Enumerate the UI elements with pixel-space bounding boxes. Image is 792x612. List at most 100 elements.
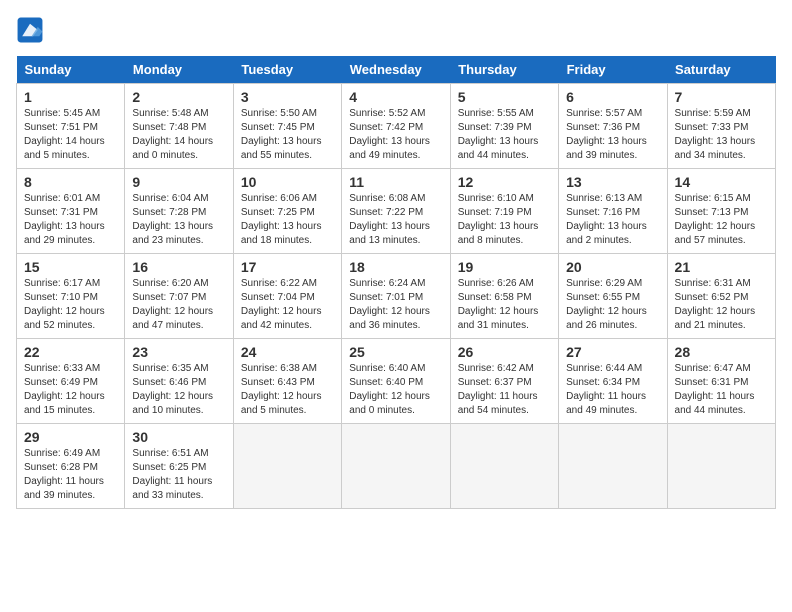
day-number: 17 [241,259,334,275]
day-info: Sunrise: 6:24 AMSunset: 7:01 PMDaylight:… [349,278,430,331]
day-info: Sunrise: 6:33 AMSunset: 6:49 PMDaylight:… [24,363,105,416]
day-info: Sunrise: 6:10 AMSunset: 7:19 PMDaylight:… [458,193,539,246]
empty-cell [559,424,667,509]
day-number: 21 [675,259,768,275]
day-header-tuesday: Tuesday [233,56,341,84]
calendar-day-30: 30 Sunrise: 6:51 AMSunset: 6:25 PMDaylig… [125,424,233,509]
calendar-day-17: 17 Sunrise: 6:22 AMSunset: 7:04 PMDaylig… [233,254,341,339]
day-info: Sunrise: 6:40 AMSunset: 6:40 PMDaylight:… [349,363,430,416]
day-number: 5 [458,89,551,105]
day-number: 9 [132,174,225,190]
logo-icon [16,16,44,44]
day-info: Sunrise: 6:42 AMSunset: 6:37 PMDaylight:… [458,363,538,416]
day-number: 10 [241,174,334,190]
calendar-day-4: 4 Sunrise: 5:52 AMSunset: 7:42 PMDayligh… [342,84,450,169]
calendar-day-16: 16 Sunrise: 6:20 AMSunset: 7:07 PMDaylig… [125,254,233,339]
day-number: 11 [349,174,442,190]
day-header-wednesday: Wednesday [342,56,450,84]
day-number: 20 [566,259,659,275]
day-info: Sunrise: 6:20 AMSunset: 7:07 PMDaylight:… [132,278,213,331]
day-info: Sunrise: 6:01 AMSunset: 7:31 PMDaylight:… [24,193,105,246]
day-info: Sunrise: 6:22 AMSunset: 7:04 PMDaylight:… [241,278,322,331]
calendar-day-7: 7 Sunrise: 5:59 AMSunset: 7:33 PMDayligh… [667,84,775,169]
day-info: Sunrise: 6:29 AMSunset: 6:55 PMDaylight:… [566,278,647,331]
day-number: 27 [566,344,659,360]
day-number: 30 [132,429,225,445]
day-info: Sunrise: 6:08 AMSunset: 7:22 PMDaylight:… [349,193,430,246]
calendar-day-15: 15 Sunrise: 6:17 AMSunset: 7:10 PMDaylig… [17,254,125,339]
calendar-day-20: 20 Sunrise: 6:29 AMSunset: 6:55 PMDaylig… [559,254,667,339]
logo [16,16,48,44]
day-info: Sunrise: 6:49 AMSunset: 6:28 PMDaylight:… [24,448,104,501]
day-info: Sunrise: 5:55 AMSunset: 7:39 PMDaylight:… [458,108,539,161]
calendar-day-6: 6 Sunrise: 5:57 AMSunset: 7:36 PMDayligh… [559,84,667,169]
day-info: Sunrise: 6:51 AMSunset: 6:25 PMDaylight:… [132,448,212,501]
calendar-day-22: 22 Sunrise: 6:33 AMSunset: 6:49 PMDaylig… [17,339,125,424]
day-number: 7 [675,89,768,105]
calendar-day-19: 19 Sunrise: 6:26 AMSunset: 6:58 PMDaylig… [450,254,558,339]
calendar-day-24: 24 Sunrise: 6:38 AMSunset: 6:43 PMDaylig… [233,339,341,424]
calendar-day-2: 2 Sunrise: 5:48 AMSunset: 7:48 PMDayligh… [125,84,233,169]
calendar-day-8: 8 Sunrise: 6:01 AMSunset: 7:31 PMDayligh… [17,169,125,254]
day-info: Sunrise: 5:59 AMSunset: 7:33 PMDaylight:… [675,108,756,161]
calendar-day-25: 25 Sunrise: 6:40 AMSunset: 6:40 PMDaylig… [342,339,450,424]
day-number: 12 [458,174,551,190]
calendar-day-18: 18 Sunrise: 6:24 AMSunset: 7:01 PMDaylig… [342,254,450,339]
day-info: Sunrise: 6:38 AMSunset: 6:43 PMDaylight:… [241,363,322,416]
day-info: Sunrise: 6:17 AMSunset: 7:10 PMDaylight:… [24,278,105,331]
day-number: 13 [566,174,659,190]
day-info: Sunrise: 5:52 AMSunset: 7:42 PMDaylight:… [349,108,430,161]
day-number: 23 [132,344,225,360]
calendar-day-1: 1 Sunrise: 5:45 AMSunset: 7:51 PMDayligh… [17,84,125,169]
day-number: 2 [132,89,225,105]
day-info: Sunrise: 6:47 AMSunset: 6:31 PMDaylight:… [675,363,755,416]
day-number: 25 [349,344,442,360]
calendar-table: SundayMondayTuesdayWednesdayThursdayFrid… [16,56,776,509]
day-header-friday: Friday [559,56,667,84]
day-number: 28 [675,344,768,360]
calendar-day-12: 12 Sunrise: 6:10 AMSunset: 7:19 PMDaylig… [450,169,558,254]
day-number: 19 [458,259,551,275]
calendar-day-26: 26 Sunrise: 6:42 AMSunset: 6:37 PMDaylig… [450,339,558,424]
calendar-day-27: 27 Sunrise: 6:44 AMSunset: 6:34 PMDaylig… [559,339,667,424]
empty-cell [233,424,341,509]
day-number: 1 [24,89,117,105]
day-header-saturday: Saturday [667,56,775,84]
day-number: 15 [24,259,117,275]
empty-cell [667,424,775,509]
day-number: 8 [24,174,117,190]
day-number: 14 [675,174,768,190]
day-info: Sunrise: 5:50 AMSunset: 7:45 PMDaylight:… [241,108,322,161]
day-info: Sunrise: 5:45 AMSunset: 7:51 PMDaylight:… [24,108,105,161]
day-number: 4 [349,89,442,105]
day-info: Sunrise: 6:04 AMSunset: 7:28 PMDaylight:… [132,193,213,246]
calendar-day-21: 21 Sunrise: 6:31 AMSunset: 6:52 PMDaylig… [667,254,775,339]
day-info: Sunrise: 6:35 AMSunset: 6:46 PMDaylight:… [132,363,213,416]
day-number: 26 [458,344,551,360]
day-info: Sunrise: 6:13 AMSunset: 7:16 PMDaylight:… [566,193,647,246]
day-number: 29 [24,429,117,445]
day-number: 22 [24,344,117,360]
day-info: Sunrise: 6:26 AMSunset: 6:58 PMDaylight:… [458,278,539,331]
day-number: 16 [132,259,225,275]
day-info: Sunrise: 5:48 AMSunset: 7:48 PMDaylight:… [132,108,213,161]
day-header-sunday: Sunday [17,56,125,84]
calendar-day-23: 23 Sunrise: 6:35 AMSunset: 6:46 PMDaylig… [125,339,233,424]
calendar-day-9: 9 Sunrise: 6:04 AMSunset: 7:28 PMDayligh… [125,169,233,254]
day-info: Sunrise: 6:06 AMSunset: 7:25 PMDaylight:… [241,193,322,246]
day-number: 18 [349,259,442,275]
empty-cell [342,424,450,509]
calendar-day-3: 3 Sunrise: 5:50 AMSunset: 7:45 PMDayligh… [233,84,341,169]
day-number: 24 [241,344,334,360]
day-info: Sunrise: 6:31 AMSunset: 6:52 PMDaylight:… [675,278,756,331]
calendar-day-28: 28 Sunrise: 6:47 AMSunset: 6:31 PMDaylig… [667,339,775,424]
calendar-day-14: 14 Sunrise: 6:15 AMSunset: 7:13 PMDaylig… [667,169,775,254]
day-info: Sunrise: 6:44 AMSunset: 6:34 PMDaylight:… [566,363,646,416]
calendar-day-10: 10 Sunrise: 6:06 AMSunset: 7:25 PMDaylig… [233,169,341,254]
day-number: 3 [241,89,334,105]
day-header-monday: Monday [125,56,233,84]
calendar-day-29: 29 Sunrise: 6:49 AMSunset: 6:28 PMDaylig… [17,424,125,509]
day-info: Sunrise: 5:57 AMSunset: 7:36 PMDaylight:… [566,108,647,161]
day-number: 6 [566,89,659,105]
calendar-day-13: 13 Sunrise: 6:13 AMSunset: 7:16 PMDaylig… [559,169,667,254]
